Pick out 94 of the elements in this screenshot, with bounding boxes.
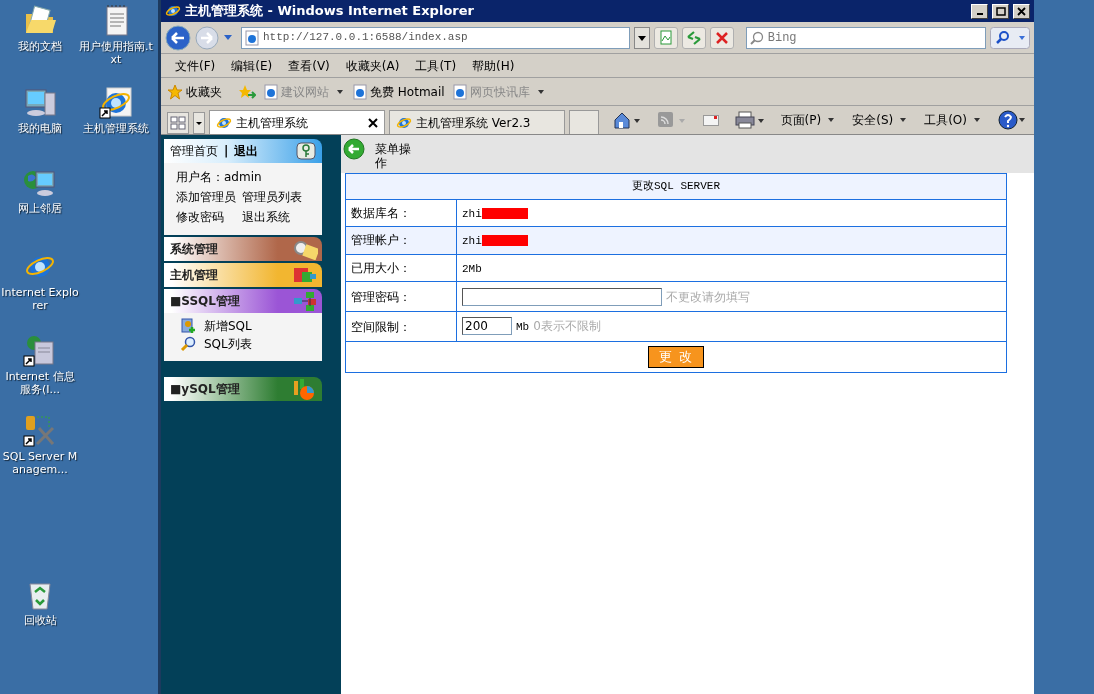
field-label: 管理帐户： [345, 226, 457, 254]
icon-label[interactable]: 我的电脑 [18, 122, 62, 135]
command-menu[interactable]: 安全(S) [852, 111, 909, 129]
section-header[interactable]: ■ySQL管理 [164, 377, 322, 401]
admin-link[interactable]: 退出系统 [242, 207, 302, 227]
browser-tab[interactable]: 主机管理系统 Ver2.3 [389, 110, 565, 134]
menu-item[interactable]: 收藏夹(A) [337, 56, 408, 75]
caret-icon[interactable] [898, 117, 909, 123]
caret-icon[interactable] [826, 117, 837, 123]
close-icon [1016, 5, 1027, 17]
icon-label[interactable]: Internet Explorer [0, 286, 80, 312]
field-label: 空间限制： [345, 311, 457, 342]
caret-icon[interactable] [972, 117, 982, 123]
close-icon[interactable] [368, 117, 378, 128]
icon-label[interactable]: 回收站 [23, 614, 57, 627]
dropdown-button[interactable] [633, 26, 650, 49]
minimize-icon [976, 13, 983, 15]
back-button[interactable] [165, 24, 191, 51]
icon-label[interactable]: Internet 信息服务(I... [0, 370, 80, 396]
page-icon [245, 29, 259, 46]
browser-icon [165, 3, 181, 19]
home-link[interactable]: 管理首页 [170, 142, 218, 160]
icon-label[interactable]: 用户使用指南.txt [76, 40, 156, 66]
menu-item[interactable]: 文件(F) [167, 56, 224, 75]
menu-item[interactable]: 查看(V) [280, 56, 338, 75]
tab-list-button[interactable] [193, 112, 205, 134]
page-icon [264, 83, 278, 100]
section-title: ■ySQL管理 [170, 381, 240, 398]
browser-icon[interactable] [99, 86, 133, 120]
add-user-icon [180, 318, 196, 334]
command-menu[interactable]: 页面(P) [780, 111, 837, 129]
home-icon[interactable] [612, 111, 641, 129]
section-title: 系统管理 [170, 241, 218, 258]
section-link[interactable]: 新增SQL [176, 317, 310, 335]
section-title: ■SSQL管理 [170, 293, 240, 310]
section-link[interactable]: SQL列表 [176, 335, 310, 353]
section-header[interactable]: ■SSQL管理 [164, 289, 322, 313]
input-field[interactable] [462, 287, 662, 306]
field-value: zhi [462, 235, 482, 247]
field-label: 管理密码： [345, 281, 457, 312]
user-name: 用户名：admin [176, 169, 263, 186]
separator: | [224, 143, 229, 160]
menu-header: 菜单操作 [375, 142, 411, 170]
server-icon[interactable] [23, 334, 57, 368]
browser-tab[interactable]: 主机管理系统 [209, 110, 385, 134]
section-title: 主机管理 [170, 267, 218, 284]
logout-link[interactable]: 退出 [234, 142, 259, 160]
magnifier-icon [180, 336, 196, 352]
field-value: zhi [462, 207, 482, 220]
search-button[interactable] [990, 26, 1030, 49]
window-title: 主机管理系统 - Windows Internet Explorer [185, 2, 475, 21]
stop-button[interactable] [709, 26, 734, 49]
field-label: 已用大小： [345, 254, 457, 282]
field-label: 数据库名： [345, 199, 457, 227]
maximize-icon [995, 5, 1006, 17]
key-icon [296, 142, 316, 160]
refresh-button[interactable] [681, 26, 706, 49]
form-title: 更改SQL SERVER [345, 173, 1007, 199]
star-icon [167, 83, 183, 100]
favorites-button[interactable]: 收藏夹 [167, 82, 230, 101]
dropdown-icon[interactable] [223, 33, 233, 42]
section-header[interactable]: 系统管理 [164, 237, 322, 261]
icon-label[interactable]: SQL Server Managem... [0, 450, 80, 476]
field-hint: 不更改请勿填写 [666, 289, 750, 304]
address-field[interactable]: http://127.0.0.1:6588/index.asp [241, 26, 630, 49]
admin-link[interactable]: 管理员列表 [242, 187, 302, 207]
field-hint: 0表示不限制 [533, 319, 601, 334]
icon-label[interactable]: 我的文档 [18, 40, 62, 53]
command-menu[interactable]: 工具(O) [924, 111, 982, 129]
icon-label[interactable]: 主机管理系统 [83, 122, 149, 135]
icon-label[interactable]: 网上邻居 [18, 202, 62, 215]
input-field[interactable]: 200 [462, 317, 512, 336]
address-text: http://127.0.0.1:6588/index.asp [263, 30, 469, 46]
section-header[interactable]: 主机管理 [164, 263, 322, 287]
field-value: 2Mb [462, 262, 482, 275]
search-placeholder: Bing [767, 29, 797, 47]
admin-link[interactable]: 添加管理员 [176, 187, 236, 207]
admin-link[interactable]: 修改密码 [176, 207, 236, 227]
mail-icon[interactable] [702, 113, 719, 127]
help-icon[interactable] [998, 110, 1026, 130]
page-icon [353, 83, 367, 100]
search-icon [749, 30, 764, 45]
tools-icon[interactable] [23, 414, 57, 448]
printer-icon[interactable] [734, 111, 765, 129]
menu-item[interactable]: 编辑(E) [223, 56, 281, 75]
favorites-link[interactable]: 免费 Hotmail [353, 82, 445, 101]
menu-item[interactable]: 帮助(H) [464, 56, 523, 75]
close-button[interactable] [1013, 3, 1030, 19]
unit-label: Mb [516, 321, 530, 334]
search-field[interactable]: Bing [745, 26, 986, 49]
page-icon [452, 83, 467, 100]
minimize-button[interactable] [971, 3, 988, 19]
maximize-button[interactable] [992, 3, 1009, 19]
menu-item[interactable]: 工具(T) [407, 56, 465, 75]
